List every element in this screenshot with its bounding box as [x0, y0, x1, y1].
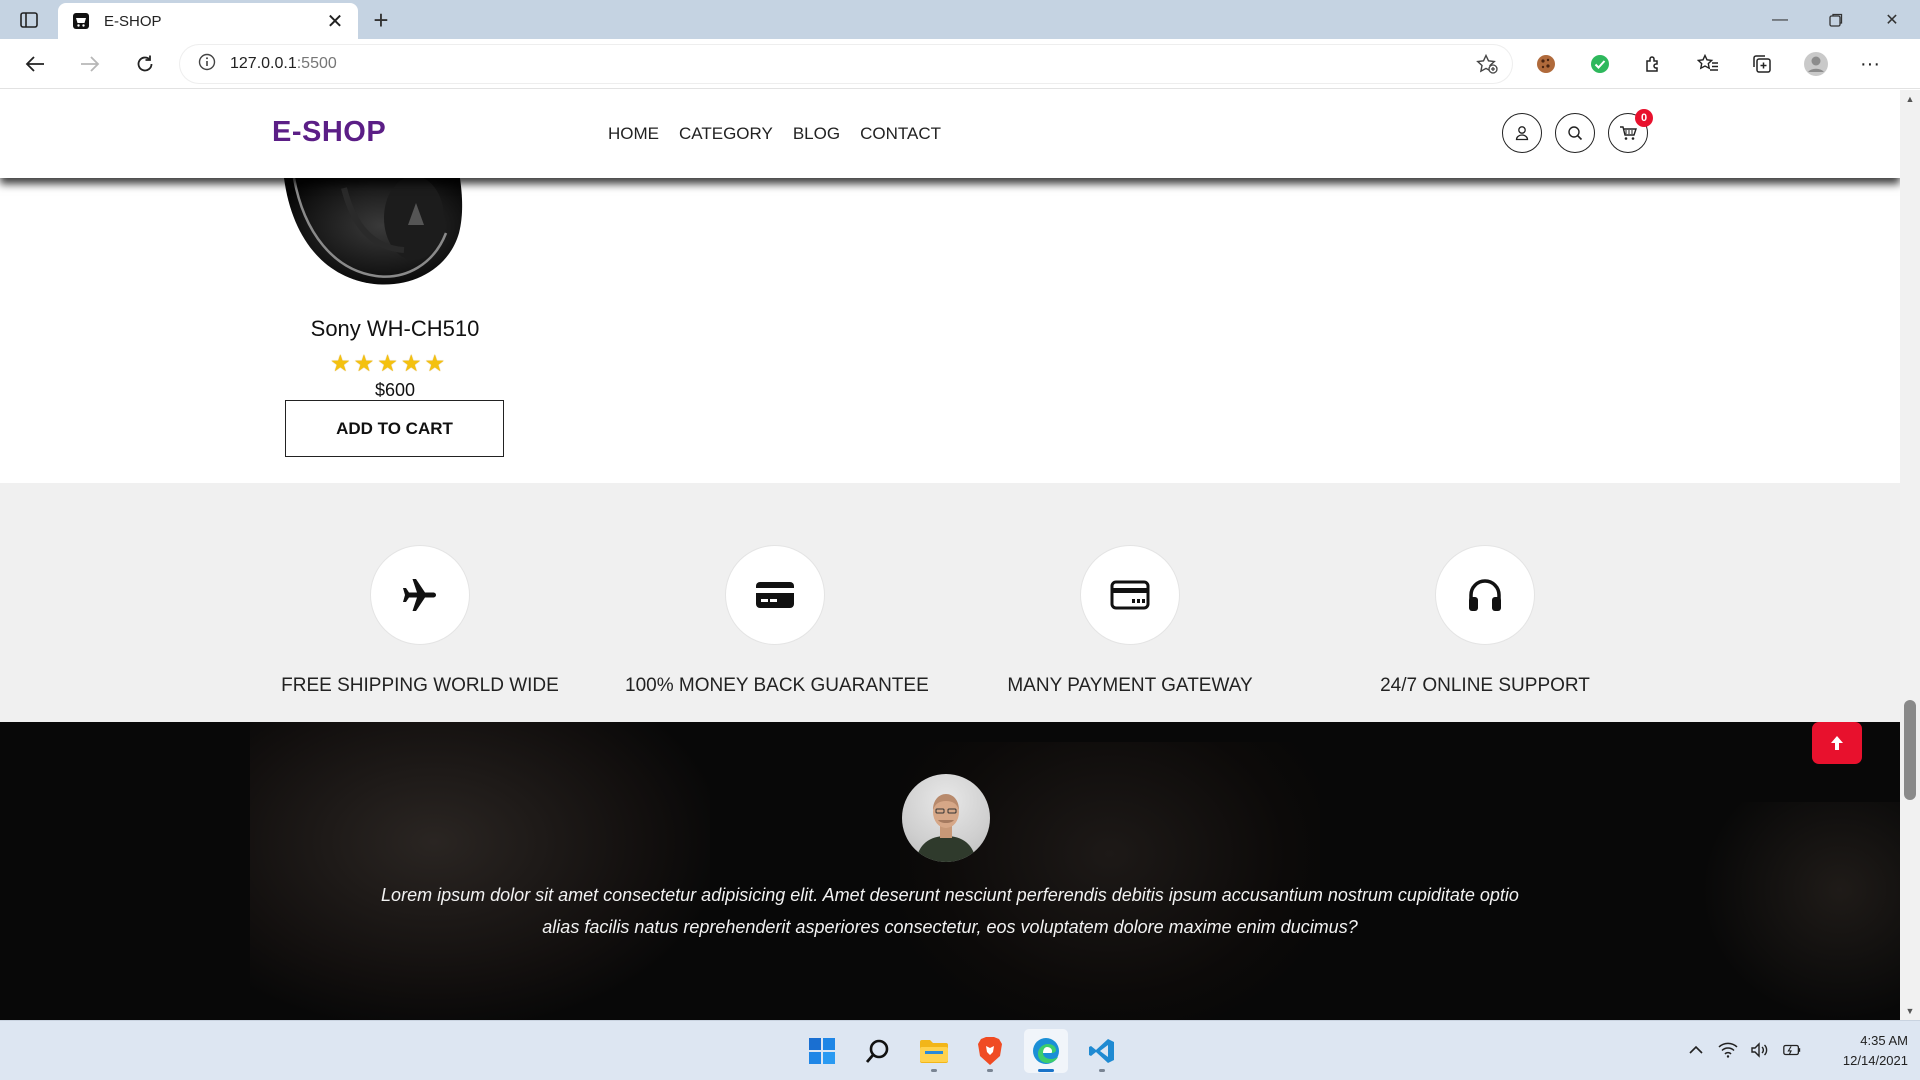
feature-label: 24/7 ONLINE SUPPORT [1380, 675, 1590, 696]
forward-arrow-icon[interactable] [73, 48, 107, 80]
brave-browser-icon[interactable] [968, 1029, 1012, 1073]
feature-label: FREE SHIPPING WORLD WIDE [281, 675, 559, 696]
background-image [250, 722, 710, 1020]
star-icon: ★ [377, 350, 398, 376]
product-image[interactable] [284, 178, 504, 288]
payment-card-icon [1090, 555, 1170, 635]
url-port: :5500 [296, 55, 337, 72]
battery-icon[interactable] [1782, 1039, 1802, 1061]
testimonial-quote-line: alias facilis natus reprehenderit asperi… [542, 917, 1358, 937]
cart-favicon-icon [70, 10, 92, 32]
refresh-icon[interactable] [128, 48, 162, 80]
main-nav: HOME CATEGORY BLOG CONTACT [608, 124, 941, 144]
tab-title: E-SHOP [104, 12, 162, 30]
star-icon: ★ [330, 350, 351, 376]
scroll-up-arrow-icon[interactable]: ▲ [1900, 90, 1920, 108]
clock-date: 12/14/2021 [1842, 1053, 1908, 1068]
background-image-shade [1700, 802, 1900, 1020]
headphones-icon [1445, 555, 1525, 635]
show-hidden-icons-chevron-icon[interactable] [1686, 1039, 1706, 1061]
scroll-to-top-button[interactable] [1812, 722, 1862, 764]
browser-toolbar: 127.0.0.1:5500 ··· [0, 39, 1920, 89]
add-favorite-icon[interactable] [1476, 53, 1498, 79]
close-tab-icon[interactable]: ✕ [324, 10, 346, 33]
feature-free-shipping: FREE SHIPPING WORLD WIDE [270, 545, 570, 697]
star-icon: ★ [400, 350, 422, 376]
testimonial-section: Lorem ipsum dolor sit amet consectetur a… [0, 722, 1900, 1020]
feature-label: 100% MONEY BACK GUARANTEE [625, 675, 929, 696]
feature-money-back: 100% MONEY BACK GUARANTEE [625, 545, 929, 697]
system-clock[interactable]: 4:35 AM 12/14/2021 [1818, 1031, 1908, 1071]
feature-label: MANY PAYMENT GATEWAY [1007, 675, 1253, 696]
site-info-icon[interactable] [198, 53, 216, 76]
user-account-icon[interactable] [1502, 113, 1542, 153]
collections-icon[interactable] [1744, 48, 1780, 80]
url-text: 127.0.0.1:5500 [230, 55, 337, 73]
nav-home[interactable]: HOME [608, 124, 659, 144]
airplane-icon [380, 555, 460, 635]
back-arrow-icon[interactable] [18, 48, 52, 80]
feature-online-support: 24/7 ONLINE SUPPORT [1335, 545, 1635, 697]
profile-avatar-icon[interactable] [1798, 48, 1834, 80]
add-to-cart-button[interactable]: ADD TO CART [285, 400, 504, 457]
testimonial-avatar [902, 774, 990, 862]
product-price: $600 [374, 380, 416, 400]
restore-button[interactable] [1808, 0, 1864, 39]
file-explorer-icon[interactable] [912, 1029, 956, 1073]
windows-start-icon[interactable] [800, 1029, 844, 1073]
windows-taskbar: 4:35 AM 12/14/2021 [0, 1020, 1920, 1080]
volume-icon[interactable] [1750, 1039, 1770, 1061]
vscode-icon[interactable] [1080, 1029, 1124, 1073]
product-rating: ★ ★ ★ ★ ★ [330, 352, 445, 375]
close-window-button[interactable]: ✕ [1864, 0, 1920, 39]
site-logo[interactable]: E-SHOP [272, 116, 386, 149]
search-taskbar-icon[interactable] [856, 1029, 900, 1073]
star-icon: ★ [353, 350, 375, 376]
tab-actions-icon[interactable] [12, 8, 46, 32]
page-viewport: E-SHOP HOME CATEGORY BLOG CONTACT 0 Sony… [0, 90, 1900, 1020]
credit-card-icon [735, 555, 815, 635]
scroll-down-arrow-icon[interactable]: ▼ [1900, 1002, 1920, 1020]
browser-tab-bar: E-SHOP ✕ + — ✕ [0, 0, 1920, 39]
nav-category[interactable]: CATEGORY [679, 124, 773, 144]
features-section: FREE SHIPPING WORLD WIDE 100% MONEY BACK… [0, 483, 1900, 722]
wifi-icon[interactable] [1718, 1039, 1738, 1061]
page-scrollbar[interactable]: ▲ ▼ [1900, 90, 1920, 1020]
new-tab-button[interactable]: + [366, 5, 396, 35]
check-extension-icon[interactable] [1582, 48, 1618, 80]
url-host: 127.0.0.1 [230, 55, 297, 72]
nav-contact[interactable]: CONTACT [860, 124, 941, 144]
edge-browser-icon[interactable] [1024, 1029, 1068, 1073]
minimize-button[interactable]: — [1752, 0, 1808, 39]
clock-time: 4:35 AM [1860, 1033, 1908, 1048]
shopping-cart-icon[interactable]: 0 [1608, 109, 1653, 153]
address-bar[interactable]: 127.0.0.1:5500 [180, 45, 1512, 83]
cookie-extension-icon[interactable] [1528, 48, 1564, 80]
testimonial-quote: Lorem ipsum dolor sit amet consectetur a… [340, 879, 1560, 943]
extensions-puzzle-icon[interactable] [1636, 48, 1672, 80]
nav-blog[interactable]: BLOG [793, 124, 840, 144]
product-name[interactable]: Sony WH-CH510 [285, 316, 505, 342]
more-options-icon[interactable]: ··· [1852, 48, 1888, 80]
site-header: E-SHOP HOME CATEGORY BLOG CONTACT 0 [0, 90, 1900, 178]
search-icon[interactable] [1555, 113, 1595, 153]
browser-tab[interactable]: E-SHOP ✕ [58, 3, 358, 39]
scrollbar-thumb[interactable] [1904, 700, 1916, 800]
favorites-icon[interactable] [1690, 48, 1726, 80]
star-icon: ★ [424, 350, 446, 376]
testimonial-quote-line: Lorem ipsum dolor sit amet consectetur a… [381, 885, 1519, 905]
cart-count-badge: 0 [1635, 109, 1653, 127]
feature-payment-gateway: MANY PAYMENT GATEWAY [980, 545, 1280, 697]
